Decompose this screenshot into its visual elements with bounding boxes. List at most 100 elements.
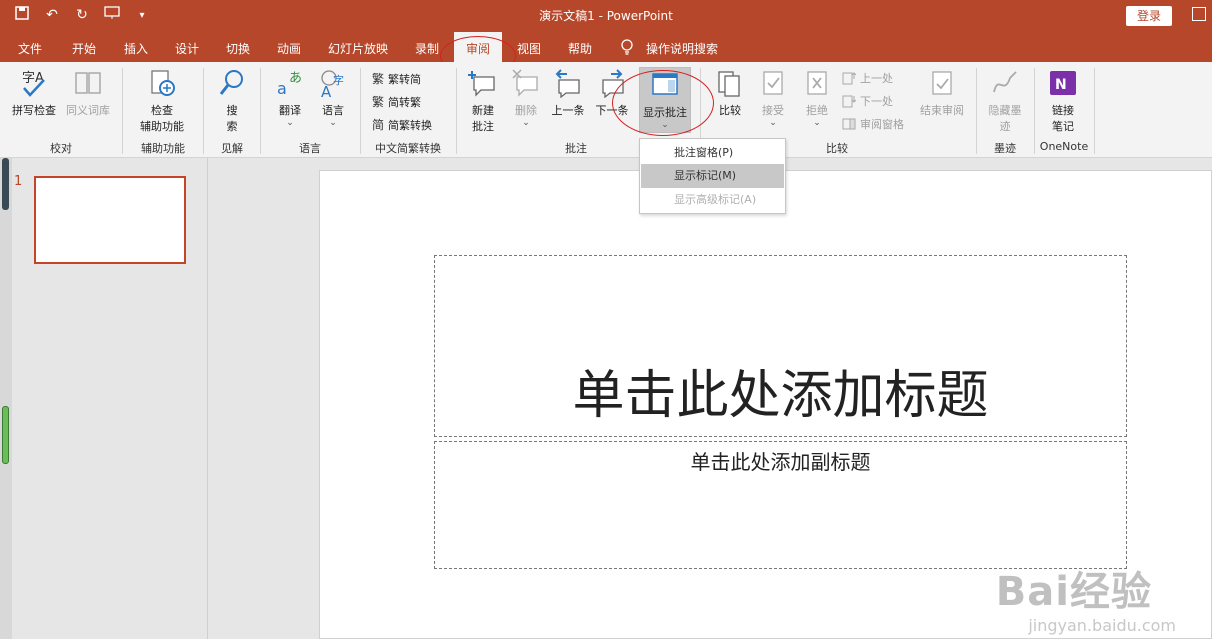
svg-text:字: 字 (333, 73, 344, 87)
show-comments-icon (650, 70, 680, 100)
tab-review[interactable]: 审阅 (454, 32, 503, 62)
language-dropdown-icon: ⌄ (329, 118, 337, 128)
tab-home[interactable]: 开始 (72, 40, 96, 57)
left-rail (0, 158, 12, 639)
delete-comment-button[interactable]: 删除 ⌄ (506, 68, 546, 128)
subtitle-placeholder[interactable]: 单击此处添加副标题 (434, 441, 1127, 569)
accept-button[interactable]: 接受 ⌄ (754, 68, 792, 128)
reject-dropdown-icon: ⌄ (813, 118, 821, 128)
onenote-icon: N (1048, 68, 1078, 98)
show-comments-dropdown: 批注窗格(P) 显示标记(M) 显示高级标记(A) (639, 138, 786, 214)
traditional-icon: 繁 (372, 72, 385, 86)
title-bar: ↶ ↻ ▾ 演示文稿1 - PowerPoint 登录 (0, 0, 1212, 32)
group-separator (976, 68, 977, 154)
next-change-button[interactable]: 下一处 (842, 93, 893, 109)
thesaurus-button[interactable]: 同义词库 (62, 68, 114, 118)
watermark-logo: Bai经验 (995, 569, 1152, 615)
menu-item-comments-pane[interactable]: 批注窗格(P) (641, 141, 784, 165)
slide-thumbnail[interactable] (34, 176, 186, 264)
reject-icon (802, 68, 832, 98)
group-label-insights: 见解 (221, 142, 243, 155)
hide-ink-button[interactable]: 隐藏墨 迹 (982, 68, 1028, 134)
ink-icon (990, 68, 1020, 98)
previous-comment-button[interactable]: 上一条 (546, 68, 590, 118)
group-label-accessibility: 辅助功能 (141, 142, 185, 155)
translate-button[interactable]: aあ 翻译 ⌄ (266, 68, 314, 128)
group-separator (260, 68, 261, 154)
delete-comment-icon (511, 68, 541, 98)
rail-indicator-top (2, 158, 9, 210)
accept-icon (758, 68, 788, 98)
delete-dropdown-icon: ⌄ (522, 118, 530, 128)
tab-help[interactable]: 帮助 (568, 40, 592, 57)
lightbulb-icon (620, 38, 634, 56)
tab-record[interactable]: 录制 (415, 40, 439, 57)
traditional-to-simplified-button[interactable]: 繁繁转简 (372, 70, 421, 87)
group-separator (122, 68, 123, 154)
title-placeholder[interactable]: 单击此处添加标题 (434, 255, 1127, 437)
next-comment-button[interactable]: 下一条 (590, 68, 634, 118)
subtitle-placeholder-text: 单击此处添加副标题 (690, 450, 871, 474)
end-review-button[interactable]: 结束审阅 (914, 68, 970, 118)
tell-me-search[interactable]: 操作说明搜索 (646, 40, 718, 57)
next-change-icon (842, 94, 857, 108)
previous-change-icon (842, 71, 857, 85)
language-icon: 字A (318, 68, 348, 101)
ribbon-display-options-icon[interactable] (1192, 7, 1206, 21)
slide-thumbnail-pane: 1 (12, 158, 208, 639)
tab-view[interactable]: 视图 (517, 40, 541, 57)
svg-text:a: a (277, 79, 287, 98)
language-button[interactable]: 字A 语言 ⌄ (312, 68, 354, 128)
reviewing-pane-button[interactable]: 审阅窗格 (842, 116, 904, 132)
simplified-icon: 繁 (372, 95, 385, 109)
group-label-proofing: 校对 (50, 142, 72, 155)
group-separator (1094, 68, 1095, 154)
group-separator (203, 68, 204, 154)
group-label-language: 语言 (299, 142, 321, 155)
tab-slideshow[interactable]: 幻灯片放映 (328, 40, 388, 57)
ribbon-tabs: 文件 开始 插入 设计 切换 动画 幻灯片放映 录制 审阅 视图 帮助 操作说明… (0, 32, 1212, 62)
spell-check-icon: 字A (19, 68, 49, 98)
title-placeholder-text: 单击此处添加标题 (572, 366, 989, 426)
login-button[interactable]: 登录 (1126, 6, 1172, 26)
group-label-ink: 墨迹 (994, 142, 1016, 155)
menu-item-show-markup[interactable]: 显示标记(M) (641, 164, 784, 188)
svg-text:あ: あ (289, 71, 302, 86)
reject-button[interactable]: 拒绝 ⌄ (798, 68, 836, 128)
rail-indicator-bottom (2, 406, 9, 464)
chinese-conversion-button[interactable]: 简简繁转换 (372, 116, 432, 133)
watermark-url: jingyan.baidu.com (1028, 616, 1176, 635)
group-separator (360, 68, 361, 154)
book-icon (73, 68, 103, 98)
new-comment-icon (468, 68, 498, 98)
accept-dropdown-icon: ⌄ (769, 118, 777, 128)
show-comments-dropdown-icon: ⌄ (661, 120, 669, 130)
menu-item-show-advanced-markup[interactable]: 显示高级标记(A) (641, 188, 784, 212)
group-label-chinese-conversion: 中文简繁转换 (375, 142, 441, 155)
new-comment-button[interactable]: 新建 批注 (462, 68, 504, 134)
tab-design[interactable]: 设计 (175, 40, 199, 57)
translate-dropdown-icon: ⌄ (286, 118, 294, 128)
ribbon: 字A 拼写检查 同义词库 校对 检查 辅助功能 辅助功能 搜 索 见解 aあ 翻… (0, 62, 1212, 158)
check-accessibility-button[interactable]: 检查 辅助功能 (128, 68, 196, 134)
svg-text:A: A (321, 83, 332, 98)
convert-icon: 简 (372, 118, 385, 132)
compare-button[interactable]: 比较 (710, 68, 750, 118)
tab-insert[interactable]: 插入 (124, 40, 148, 57)
linked-notes-button[interactable]: N 链接 笔记 (1040, 68, 1086, 134)
simplified-to-traditional-button[interactable]: 繁简转繁 (372, 93, 421, 110)
previous-change-button[interactable]: 上一处 (842, 70, 893, 86)
show-comments-button[interactable]: 显示批注 ⌄ (639, 67, 691, 133)
smart-lookup-button[interactable]: 搜 索 (210, 68, 254, 134)
tab-animations[interactable]: 动画 (277, 40, 301, 57)
group-separator (456, 68, 457, 154)
compare-icon (715, 68, 745, 98)
tab-transitions[interactable]: 切换 (226, 40, 250, 57)
svg-text:N: N (1055, 77, 1067, 93)
window-title: 演示文稿1 - PowerPoint (539, 9, 673, 23)
search-icon (217, 68, 247, 98)
group-label-onenote: OneNote (1039, 140, 1089, 153)
group-separator (1034, 68, 1035, 154)
spell-check-button[interactable]: 字A 拼写检查 (8, 68, 60, 118)
tab-file[interactable]: 文件 (18, 40, 42, 57)
